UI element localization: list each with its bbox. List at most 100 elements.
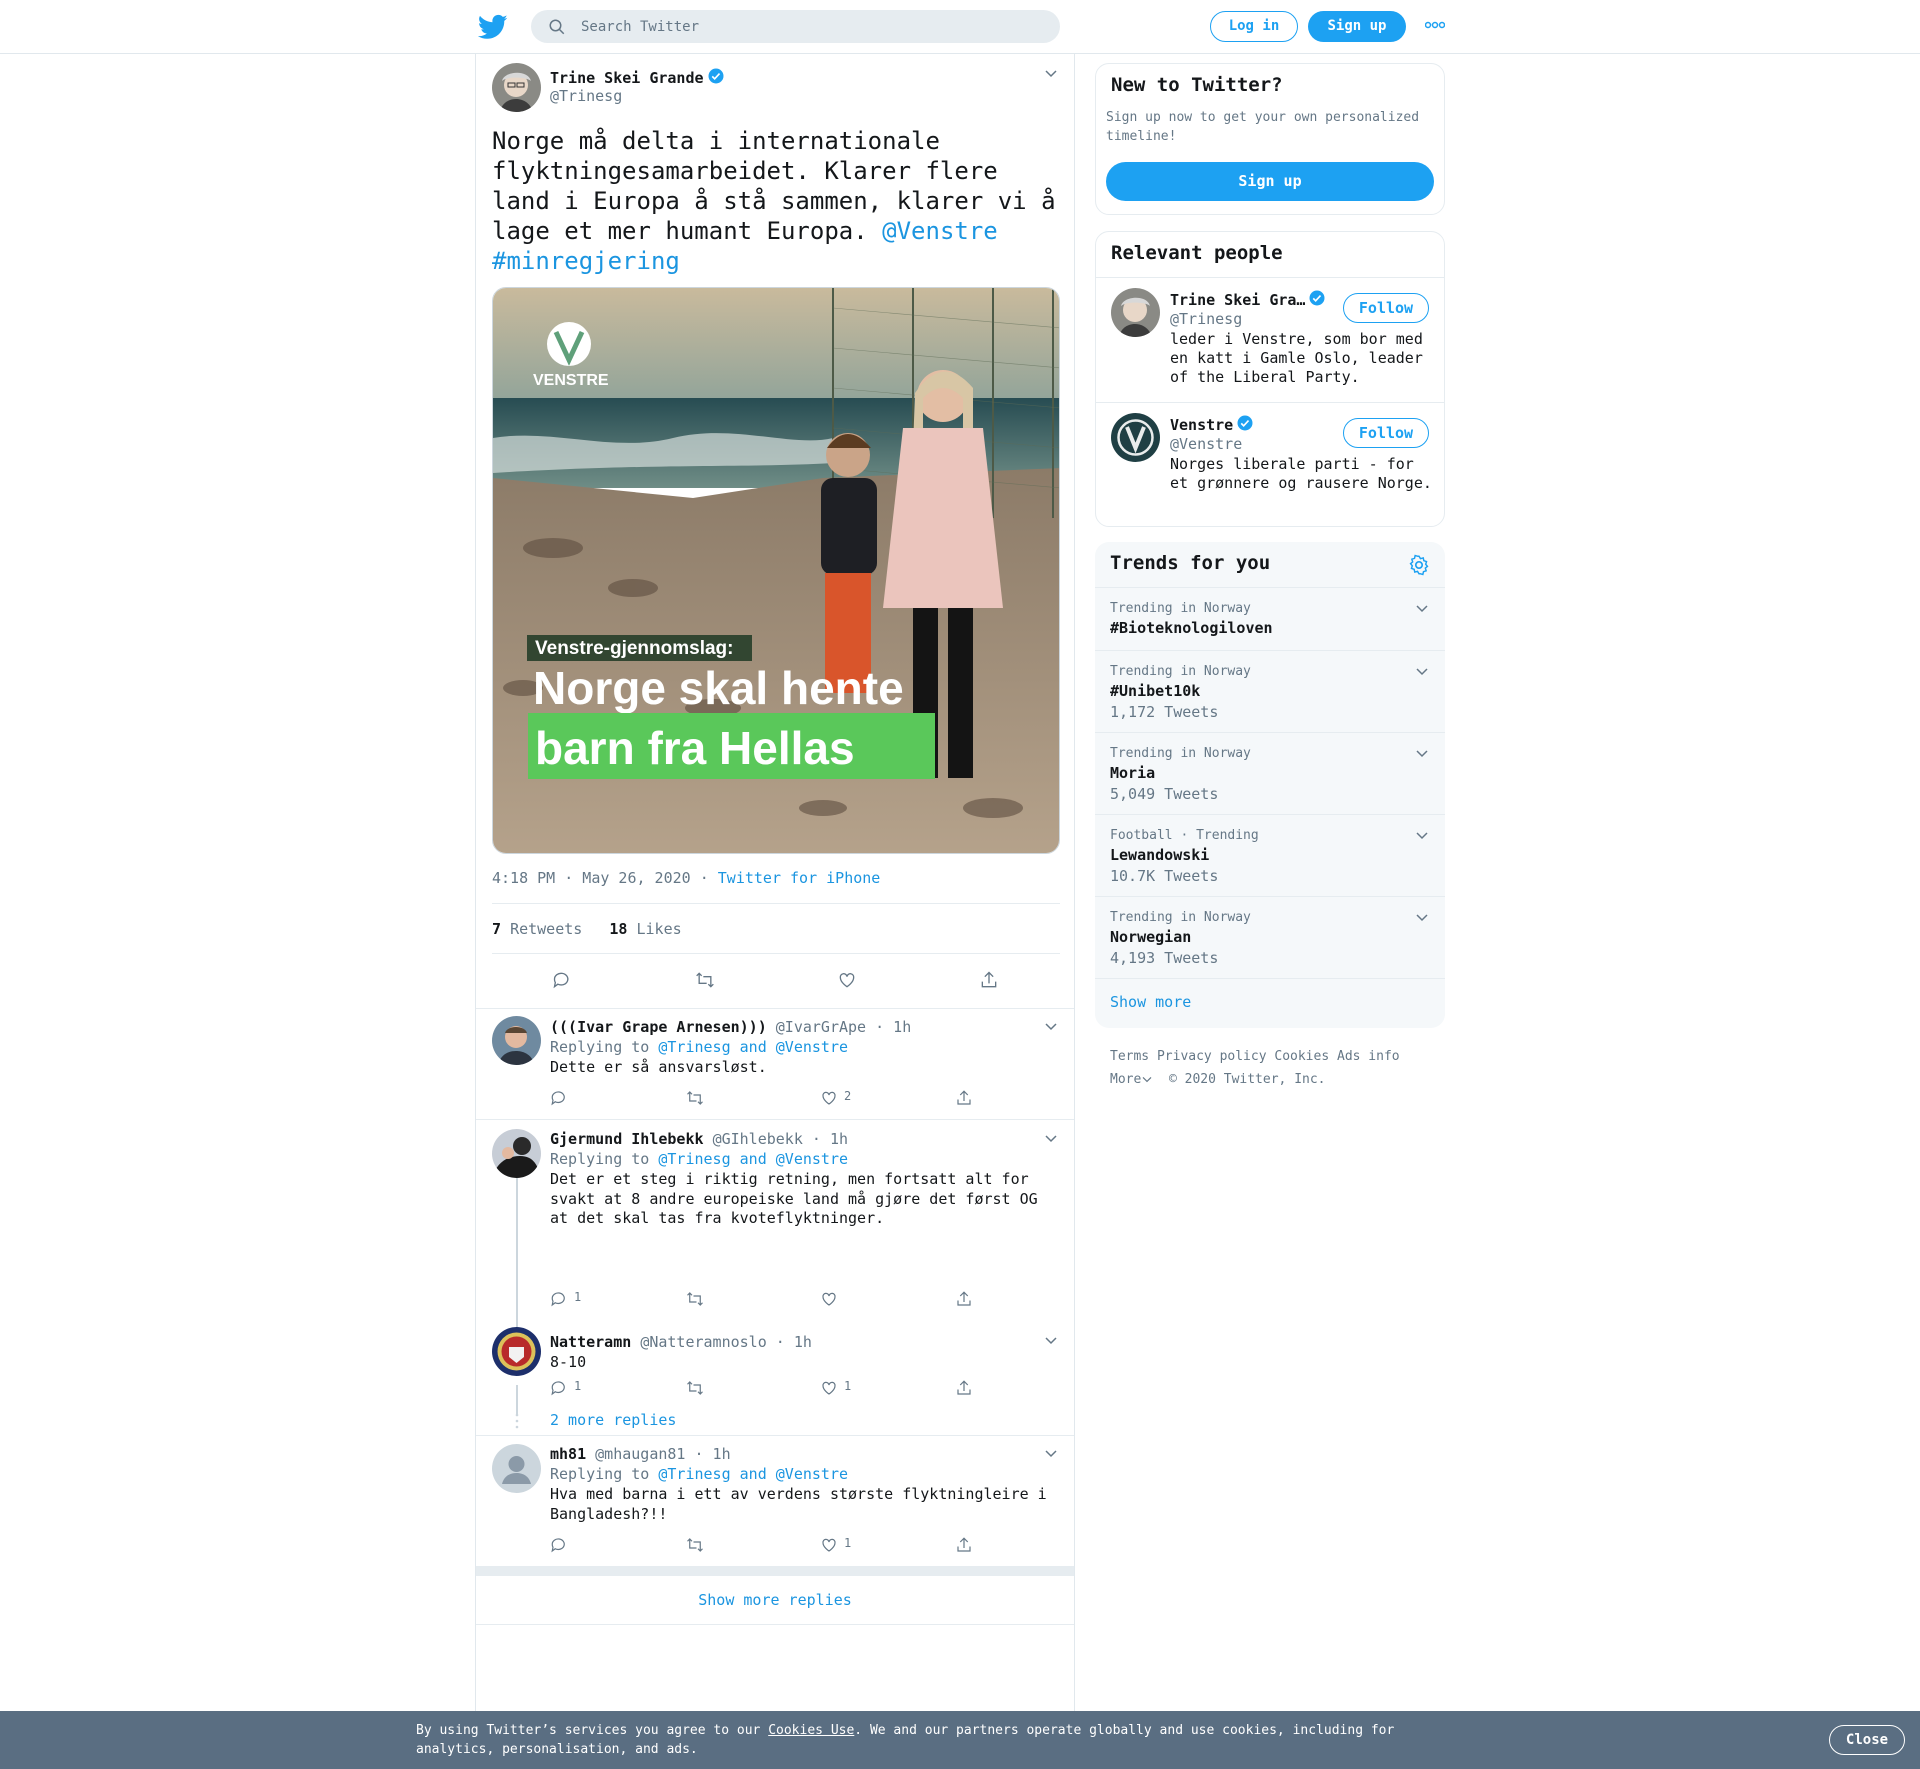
share-icon[interactable] — [955, 1089, 973, 1110]
replying-to-link[interactable]: @Trinesg — [658, 1038, 730, 1056]
chevron-down-icon[interactable] — [1044, 1335, 1058, 1345]
privacy-link[interactable]: Privacy policy — [1157, 1049, 1267, 1064]
chevron-down-icon[interactable] — [1415, 748, 1429, 758]
more-footer-link[interactable]: More — [1110, 1072, 1153, 1087]
reply-author-handle[interactable]: @GIhlebekk — [713, 1130, 803, 1148]
avatar[interactable] — [492, 1016, 541, 1065]
share-icon[interactable] — [955, 1379, 973, 1400]
avatar[interactable] — [1111, 413, 1160, 462]
replying-to-link[interactable]: @Venstre — [776, 1150, 848, 1168]
sidebar-signup-button[interactable]: Sign up — [1106, 162, 1434, 201]
like-icon[interactable]: 1 — [820, 1536, 851, 1557]
reply-author-name[interactable]: Natteramn — [550, 1333, 631, 1351]
retweet-icon[interactable] — [685, 1089, 705, 1110]
retweets-stat[interactable]: 7 Retweets — [492, 920, 582, 938]
reply-tweet[interactable]: mh81 @mhaugan81 · 1h Replying to @Trines… — [476, 1435, 1074, 1566]
reply-author-name[interactable]: Gjermund Ihlebekk — [550, 1130, 704, 1148]
ads-info-link[interactable]: Ads info — [1337, 1049, 1400, 1064]
mention-link[interactable]: @Venstre — [882, 217, 998, 245]
chevron-down-icon[interactable] — [1415, 830, 1429, 840]
avatar[interactable] — [492, 1444, 541, 1493]
like-icon[interactable] — [820, 1290, 844, 1311]
share-icon[interactable] — [955, 1290, 973, 1311]
show-more-replies-link[interactable]: Show more replies — [476, 1576, 1074, 1625]
retweet-icon[interactable] — [694, 970, 716, 994]
like-icon[interactable]: 2 — [820, 1089, 851, 1110]
tweet-timestamp[interactable]: 4:18 PM · May 26, 2020 — [492, 869, 691, 887]
tweet-author[interactable]: Trine Skei Grande — [550, 67, 725, 87]
avatar[interactable] — [492, 1327, 541, 1376]
reply-author-name[interactable]: mh81 — [550, 1445, 586, 1463]
likes-stat[interactable]: 18 Likes — [609, 920, 681, 938]
reply-author-handle[interactable]: @IvarGrApe — [776, 1018, 866, 1036]
chevron-down-icon[interactable] — [1044, 1448, 1058, 1458]
replying-to-link[interactable]: @Trinesg — [658, 1465, 730, 1483]
trend-item[interactable]: Football · Trending Lewandowski 10.7K Tw… — [1095, 814, 1445, 896]
retweet-icon[interactable] — [685, 1536, 705, 1557]
trend-name[interactable]: Norwegian — [1110, 928, 1191, 946]
reply-time[interactable]: · 1h — [776, 1333, 812, 1351]
replying-to-link[interactable]: @Venstre — [776, 1465, 848, 1483]
replying-to-link[interactable]: @Venstre — [776, 1038, 848, 1056]
reply-author-name[interactable]: (((Ivar Grape Arnesen))) — [550, 1018, 767, 1036]
reply-tweet[interactable]: (((Ivar Grape Arnesen))) @IvarGrApe · 1h… — [476, 1008, 1074, 1119]
login-button[interactable]: Log in — [1210, 11, 1298, 42]
follow-button[interactable]: Follow — [1343, 418, 1429, 448]
author-handle[interactable]: @Trinesg — [550, 87, 622, 105]
search-input[interactable] — [581, 10, 1041, 43]
trend-item[interactable]: Trending in Norway Moria 5,049 Tweets — [1095, 732, 1445, 814]
chevron-down-icon[interactable] — [1044, 1021, 1058, 1031]
trend-item[interactable]: Trending in Norway #Bioteknologiloven — [1095, 587, 1445, 650]
person-item[interactable]: Venstre @Venstre Norges liberale parti -… — [1096, 402, 1444, 526]
trend-item[interactable]: Trending in Norway #Unibet10k 1,172 Twee… — [1095, 650, 1445, 732]
search-bar[interactable] — [531, 10, 1060, 43]
signup-button[interactable]: Sign up — [1308, 11, 1406, 42]
trends-show-more-link[interactable]: Show more — [1110, 993, 1191, 1011]
more-replies-link[interactable]: 2 more replies — [550, 1411, 676, 1429]
trend-item[interactable]: Trending in Norway Norwegian 4,193 Tweet… — [1095, 896, 1445, 978]
hashtag-link[interactable]: #minregjering — [492, 247, 680, 275]
reply-icon[interactable] — [550, 1089, 574, 1110]
settings-gear-icon[interactable] — [1408, 554, 1430, 576]
close-cookie-banner-button[interactable]: Close — [1829, 1725, 1905, 1755]
author-name[interactable]: Trine Skei Grande — [550, 69, 704, 87]
reply-time[interactable]: · 1h — [812, 1130, 848, 1148]
chevron-down-icon[interactable] — [1415, 666, 1429, 676]
more-options-icon[interactable] — [1425, 21, 1445, 29]
replying-to-link[interactable]: @Trinesg — [658, 1150, 730, 1168]
cookies-use-link[interactable]: Cookies Use — [768, 1723, 854, 1738]
avatar[interactable] — [492, 1129, 541, 1178]
chevron-down-icon[interactable] — [1415, 603, 1429, 613]
like-icon[interactable]: 1 — [820, 1379, 851, 1400]
avatar[interactable] — [492, 63, 541, 112]
cookies-link[interactable]: Cookies — [1274, 1049, 1329, 1064]
reply-icon[interactable] — [550, 1536, 574, 1557]
twitter-logo-icon[interactable] — [478, 12, 508, 42]
reply-time[interactable]: · 1h — [695, 1445, 731, 1463]
avatar[interactable] — [1111, 288, 1160, 337]
like-icon[interactable] — [837, 970, 857, 994]
person-handle[interactable]: @Venstre — [1170, 435, 1242, 453]
share-icon[interactable] — [955, 1536, 973, 1557]
trend-name[interactable]: #Bioteknologiloven — [1110, 619, 1273, 637]
reply-author-handle[interactable]: @mhaugan81 — [595, 1445, 685, 1463]
person-item[interactable]: Trine Skei Gra… @Trinesg leder i Venstre… — [1096, 277, 1444, 402]
trend-name[interactable]: Moria — [1110, 764, 1155, 782]
reply-author-handle[interactable]: @Natteramnoslo — [640, 1333, 766, 1351]
trend-name[interactable]: Lewandowski — [1110, 846, 1209, 864]
person-name[interactable]: Trine Skei Gra… — [1170, 291, 1305, 309]
person-handle[interactable]: @Trinesg — [1170, 310, 1242, 328]
reply-icon[interactable] — [552, 970, 572, 994]
share-icon[interactable] — [979, 970, 999, 994]
trend-name[interactable]: #Unibet10k — [1110, 682, 1200, 700]
terms-link[interactable]: Terms — [1110, 1049, 1149, 1064]
retweet-icon[interactable] — [685, 1379, 705, 1400]
chevron-down-icon[interactable] — [1415, 912, 1429, 922]
reply-time[interactable]: · 1h — [875, 1018, 911, 1036]
chevron-down-icon[interactable] — [1044, 1133, 1058, 1143]
reply-icon[interactable]: 1 — [550, 1379, 581, 1400]
person-name[interactable]: Venstre — [1170, 416, 1233, 434]
tweet-image[interactable]: VENSTRE Venstre-gjennomslag: Norge skal … — [492, 287, 1060, 854]
retweet-icon[interactable] — [685, 1290, 705, 1311]
chevron-down-icon[interactable] — [1044, 68, 1058, 78]
